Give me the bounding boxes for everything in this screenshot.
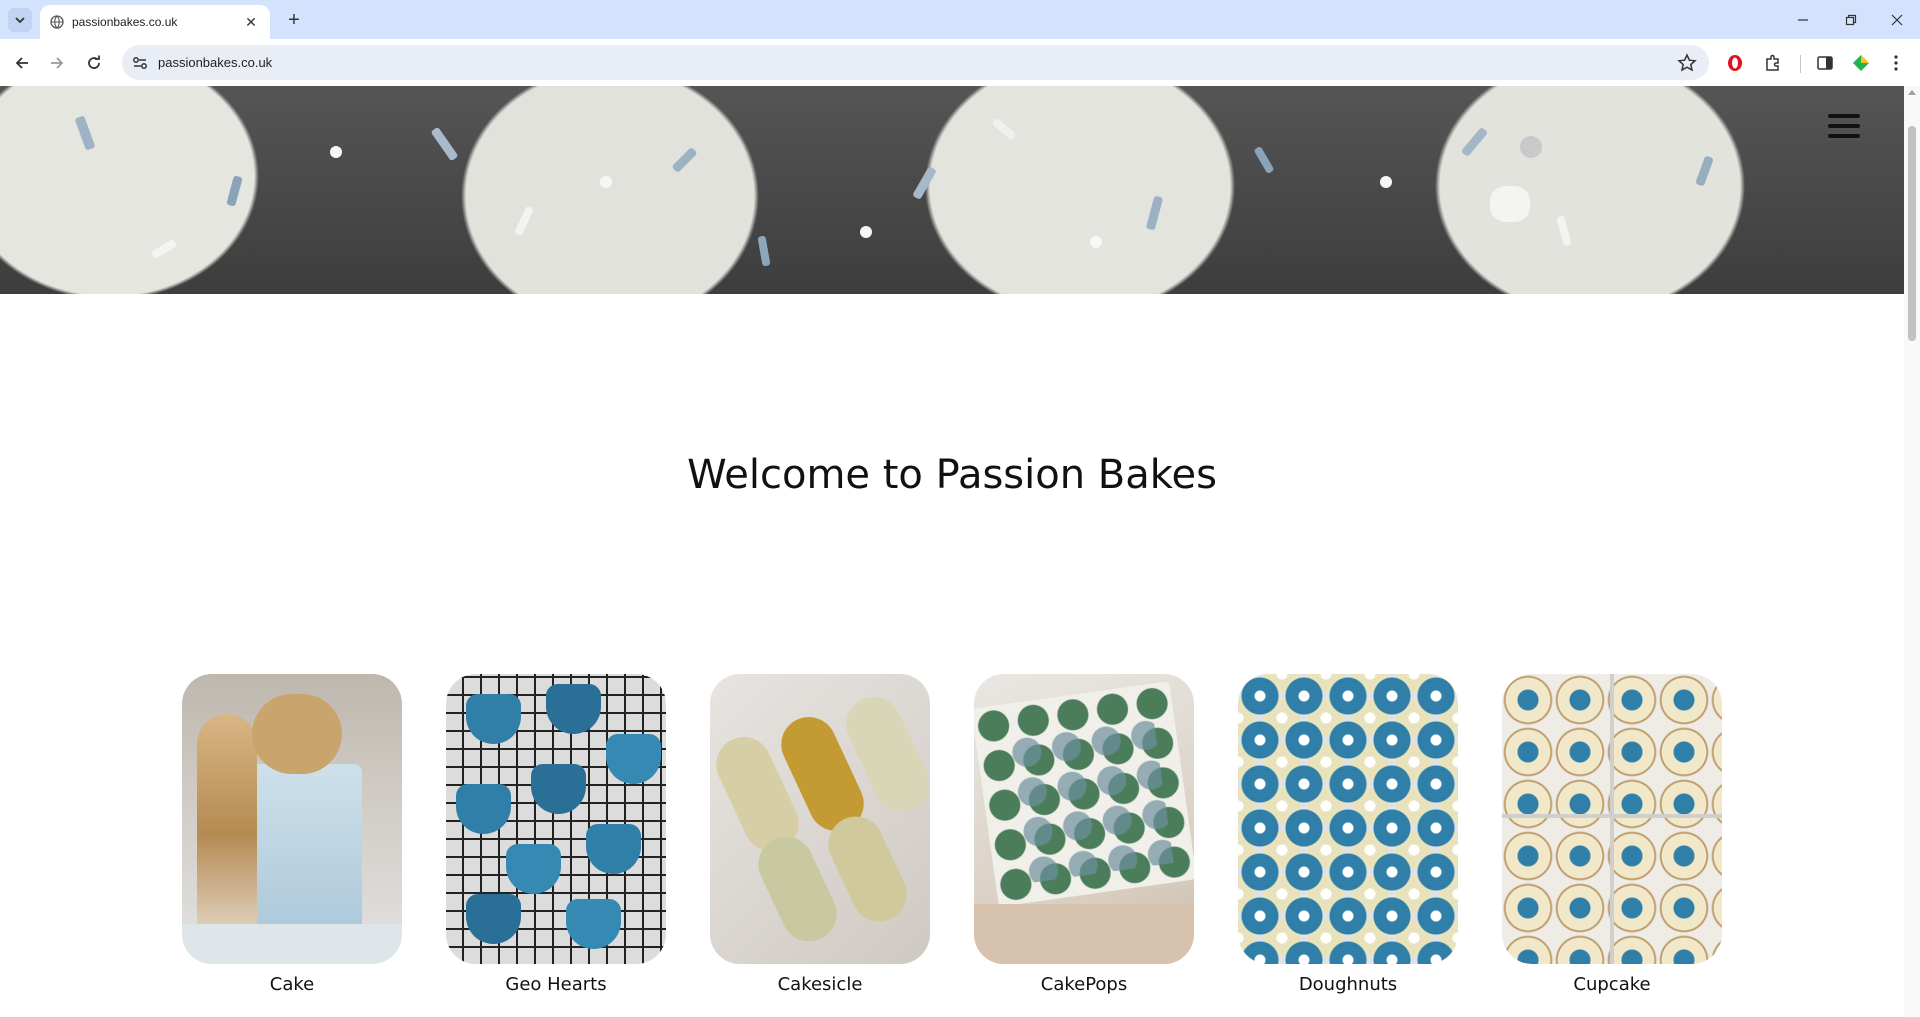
product-name[interactable]: Cake <box>182 974 402 995</box>
product-name[interactable]: Geo Hearts <box>446 974 666 995</box>
product-card-geo-hearts[interactable]: Geo Hearts <box>446 674 666 995</box>
cakesicle-image[interactable] <box>710 674 930 964</box>
product-name[interactable]: Cakesicle <box>710 974 930 995</box>
page-scrollbar[interactable] <box>1904 86 1920 1017</box>
reload-icon <box>88 55 100 69</box>
cakepops-image[interactable] <box>974 674 1194 964</box>
side-panel-icon <box>1817 56 1833 70</box>
product-card-cakesicle[interactable]: Cakesicle <box>710 674 930 995</box>
hamburger-menu-button[interactable] <box>1828 114 1860 138</box>
browser-menu-button[interactable] <box>1884 51 1908 75</box>
address-url: passionbakes.co.uk <box>158 55 273 70</box>
product-card-cakepops[interactable]: CakePops <box>974 674 1194 995</box>
restore-icon <box>1845 14 1857 25</box>
close-icon <box>1891 14 1903 25</box>
new-tab-button[interactable]: + <box>282 8 306 32</box>
hero-banner-image <box>0 86 1904 294</box>
cupcake-image[interactable] <box>1502 674 1722 964</box>
product-card-cupcake[interactable]: Cupcake <box>1502 674 1722 995</box>
browser-toolbar: passionbakes.co.uk <box>0 39 1920 86</box>
puzzle-icon <box>1766 54 1779 71</box>
address-bar[interactable]: passionbakes.co.uk <box>122 45 1709 80</box>
site-settings-icon[interactable] <box>130 53 150 73</box>
product-card-doughnuts[interactable]: Doughnuts <box>1238 674 1458 995</box>
chevron-down-icon <box>15 17 25 24</box>
tab-search-button[interactable] <box>8 8 32 32</box>
restore-button[interactable] <box>1828 0 1874 39</box>
doughnuts-image[interactable] <box>1238 674 1458 964</box>
product-gallery: Cake Geo Hearts Cakesicle CakePops Dough… <box>0 674 1904 1017</box>
scrollbar-thumb[interactable] <box>1908 126 1916 341</box>
geo-hearts-image[interactable] <box>446 674 666 964</box>
back-button[interactable] <box>10 51 34 75</box>
bookmark-star-icon[interactable] <box>1677 53 1697 73</box>
product-name[interactable]: Cupcake <box>1502 974 1722 995</box>
diamond-icon <box>1853 55 1869 71</box>
profile-extension-icon[interactable] <box>1849 51 1873 75</box>
minimize-button[interactable] <box>1780 0 1826 39</box>
tab-title: passionbakes.co.uk <box>72 15 178 29</box>
arrow-left-icon <box>15 57 28 69</box>
opera-extension-icon[interactable] <box>1723 51 1747 75</box>
browser-tabstrip: passionbakes.co.uk ✕ + <box>0 0 1920 39</box>
close-window-button[interactable] <box>1874 0 1920 39</box>
browser-tab-active[interactable]: passionbakes.co.uk ✕ <box>40 5 270 39</box>
toolbar-divider <box>1800 55 1801 73</box>
reload-button[interactable] <box>82 51 106 75</box>
welcome-heading: Welcome to Passion Bakes <box>687 452 1217 498</box>
scroll-up-arrow-icon[interactable] <box>1908 90 1916 95</box>
more-vertical-icon <box>1894 55 1898 71</box>
close-tab-icon[interactable]: ✕ <box>242 13 260 31</box>
forward-button[interactable] <box>45 51 69 75</box>
extensions-button[interactable] <box>1761 51 1785 75</box>
arrow-right-icon <box>51 57 64 69</box>
product-card-cake[interactable]: Cake <box>182 674 402 995</box>
cake-image[interactable] <box>182 674 402 964</box>
product-name[interactable]: CakePops <box>974 974 1194 995</box>
globe-icon <box>50 15 64 29</box>
side-panel-button[interactable] <box>1813 51 1837 75</box>
product-name[interactable]: Doughnuts <box>1238 974 1458 995</box>
opera-icon <box>1728 55 1742 71</box>
minimize-icon <box>1798 18 1808 21</box>
page-viewport: Welcome to Passion Bakes Cake Geo Hearts… <box>0 86 1904 1017</box>
